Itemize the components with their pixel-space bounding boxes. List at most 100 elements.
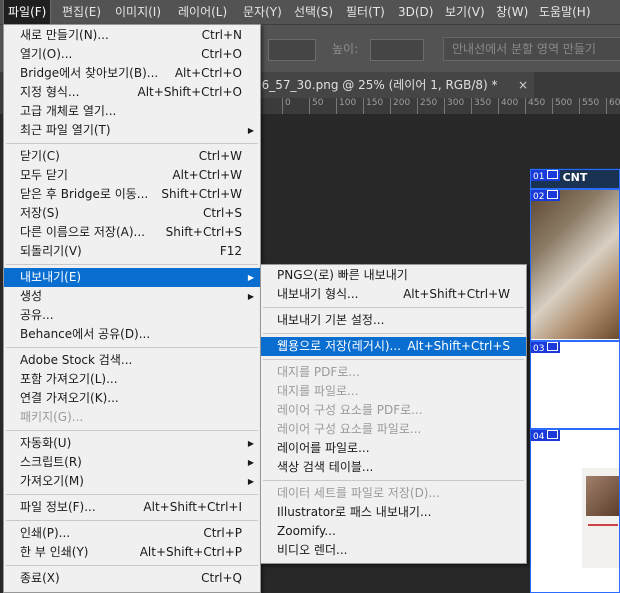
menu-item-label: 레이어 구성 요소를 PDF로...	[277, 403, 423, 417]
menu-item-label: 최근 파일 열기(T)	[20, 123, 111, 137]
menu-item[interactable]: 생성 ▶	[4, 287, 260, 306]
ruler-tick: 150	[363, 98, 383, 114]
document-tab[interactable]: 16_57_30.png @ 25% (레이어 1, RGB/8) * ×	[254, 72, 534, 98]
menu-10[interactable]: 도움말(H)	[535, 0, 595, 24]
menu-0[interactable]: 파일(F)	[2, 0, 52, 25]
menu-item[interactable]: Behance에서 공유(D)...	[4, 325, 260, 344]
menu-5[interactable]: 선택(S)	[290, 0, 337, 24]
menu-item-label: 되돌리기(V)	[20, 244, 82, 258]
menu-item-label: 생성	[20, 289, 43, 303]
menu-item[interactable]: 비디오 렌더...	[261, 541, 526, 560]
menu-separator	[263, 333, 524, 334]
menu-item[interactable]: 내보내기 형식... Alt+Shift+Ctrl+W	[261, 285, 526, 304]
ruler-tick: 50	[309, 98, 323, 114]
menu-item-label: 열기(O)...	[20, 47, 73, 61]
menu-item-label: 모두 닫기	[20, 168, 68, 182]
menu-item-label: Illustrator로 패스 내보내기...	[277, 505, 432, 519]
menu-item[interactable]: 공유...	[4, 306, 260, 325]
height-field[interactable]	[370, 39, 424, 61]
guides-to-slices-button[interactable]: 안내선에서 분할 영역 만들기	[443, 37, 620, 61]
menu-item-label: 레이어를 파일로...	[277, 441, 370, 455]
menu-separator	[6, 565, 258, 566]
menu-item[interactable]: 스크립트(R) ▶	[4, 453, 260, 472]
menu-item-shortcut: Alt+Shift+Ctrl+S	[407, 339, 510, 353]
menu-item[interactable]: 새로 만들기(N)... Ctrl+N	[4, 26, 260, 45]
menu-item[interactable]: Adobe Stock 검색...	[4, 351, 260, 370]
menu-item[interactable]: 포함 가져오기(L)...	[4, 370, 260, 389]
menu-item[interactable]: 닫은 후 Bridge로 이동... Shift+Ctrl+W	[4, 185, 260, 204]
menu-item-shortcut: Shift+Ctrl+S	[165, 225, 242, 239]
menu-separator	[6, 143, 258, 144]
ruler-tick: 300	[444, 98, 464, 114]
submenu-arrow-icon: ▶	[247, 126, 254, 135]
menu-item[interactable]: 다른 이름으로 저장(A)... Shift+Ctrl+S	[4, 223, 260, 242]
menu-item-label: Behance에서 공유(D)...	[20, 327, 151, 341]
menu-item-shortcut: Ctrl+S	[202, 206, 242, 220]
menu-item[interactable]: 내보내기 기본 설정...	[261, 311, 526, 330]
submenu-arrow-icon: ▶	[247, 273, 254, 282]
ruler-tick: 100	[336, 98, 356, 114]
menu-item-label: 웹용으로 저장(레거시)...	[277, 339, 401, 353]
slice-number: 02	[533, 192, 545, 202]
menu-item[interactable]: Illustrator로 패스 내보내기...	[261, 503, 526, 522]
menu-item[interactable]: 저장(S) Ctrl+S	[4, 204, 260, 223]
menu-6[interactable]: 필터(T)	[342, 0, 389, 24]
menu-item[interactable]: 인쇄(P)... Ctrl+P	[4, 524, 260, 543]
menu-item-label: 내보내기(E)	[20, 270, 82, 284]
menu-item[interactable]: Zoomify...	[261, 522, 526, 541]
menu-separator	[6, 520, 258, 521]
close-tab-icon[interactable]: ×	[518, 72, 528, 98]
menu-separator	[6, 264, 258, 265]
submenu-arrow-icon: ▶	[247, 458, 254, 467]
menu-item[interactable]: 색상 검색 테이블...	[261, 458, 526, 477]
menu-7[interactable]: 3D(D)	[394, 0, 437, 24]
menu-3[interactable]: 레이어(L)	[174, 0, 231, 24]
slice-outline[interactable]	[530, 429, 620, 593]
slice-outline[interactable]	[530, 189, 620, 341]
ruler-tick: 500	[552, 98, 572, 114]
menu-item[interactable]: 한 부 인쇄(Y) Alt+Shift+Ctrl+P	[4, 543, 260, 562]
menu-item[interactable]: PNG으(로) 빠른 내보내기	[261, 266, 526, 285]
menu-item-shortcut: Alt+Ctrl+W	[172, 168, 242, 182]
menu-item[interactable]: 파일 정보(F)... Alt+Shift+Ctrl+I	[4, 498, 260, 517]
menu-item-label: 패키지(G)...	[20, 410, 84, 424]
menu-item[interactable]: 닫기(C) Ctrl+W	[4, 147, 260, 166]
menu-item[interactable]: 열기(O)... Ctrl+O	[4, 45, 260, 64]
menu-item[interactable]: 레이어를 파일로...	[261, 439, 526, 458]
menu-item[interactable]: 웹용으로 저장(레거시)... Alt+Shift+Ctrl+S	[261, 337, 526, 356]
menu-item-shortcut: Alt+Shift+Ctrl+O	[137, 85, 242, 99]
ruler-tick: 350	[471, 98, 491, 114]
menu-item[interactable]: 연결 가져오기(K)...	[4, 389, 260, 408]
menu-item[interactable]: Bridge에서 찾아보기(B)... Alt+Ctrl+O	[4, 64, 260, 83]
slice-image-icon	[547, 170, 559, 179]
menu-separator	[263, 359, 524, 360]
menu-item-label: Bridge에서 찾아보기(B)...	[20, 66, 159, 80]
menu-9[interactable]: 창(W)	[492, 0, 532, 24]
menu-1[interactable]: 편집(E)	[58, 0, 105, 24]
menu-8[interactable]: 보기(V)	[441, 0, 489, 24]
menu-4[interactable]: 문자(Y)	[239, 0, 286, 24]
slice-image-icon	[547, 430, 559, 439]
menu-item[interactable]: 종료(X) Ctrl+Q	[4, 569, 260, 588]
menu-item[interactable]: 가져오기(M) ▶	[4, 472, 260, 491]
menu-item[interactable]: 모두 닫기 Alt+Ctrl+W	[4, 166, 260, 185]
slice-number: 01	[533, 172, 545, 182]
menu-item[interactable]: 고급 개체로 열기...	[4, 102, 260, 121]
menu-item-label: 닫은 후 Bridge로 이동...	[20, 187, 149, 201]
menu-item-shortcut: Alt+Shift+Ctrl+W	[403, 287, 510, 301]
submenu-arrow-icon: ▶	[247, 439, 254, 448]
menu-separator	[6, 430, 258, 431]
menu-item[interactable]: 자동화(U) ▶	[4, 434, 260, 453]
menu-item-label: 닫기(C)	[20, 149, 60, 163]
width-field[interactable]	[268, 39, 316, 61]
menu-item[interactable]: 지정 형식... Alt+Shift+Ctrl+O	[4, 83, 260, 102]
slice-label: 04	[531, 430, 561, 442]
menu-item-shortcut: Ctrl+W	[198, 149, 242, 163]
menu-item[interactable]: 되돌리기(V) F12	[4, 242, 260, 261]
menu-item[interactable]: 최근 파일 열기(T) ▶	[4, 121, 260, 140]
menu-item[interactable]: 내보내기(E) ▶	[4, 268, 260, 287]
menu-2[interactable]: 이미지(I)	[111, 0, 165, 24]
slice-outline[interactable]	[530, 341, 620, 429]
menu-item-shortcut: Ctrl+O	[201, 47, 242, 61]
menu-item-label: 대지를 PDF로...	[277, 365, 360, 379]
